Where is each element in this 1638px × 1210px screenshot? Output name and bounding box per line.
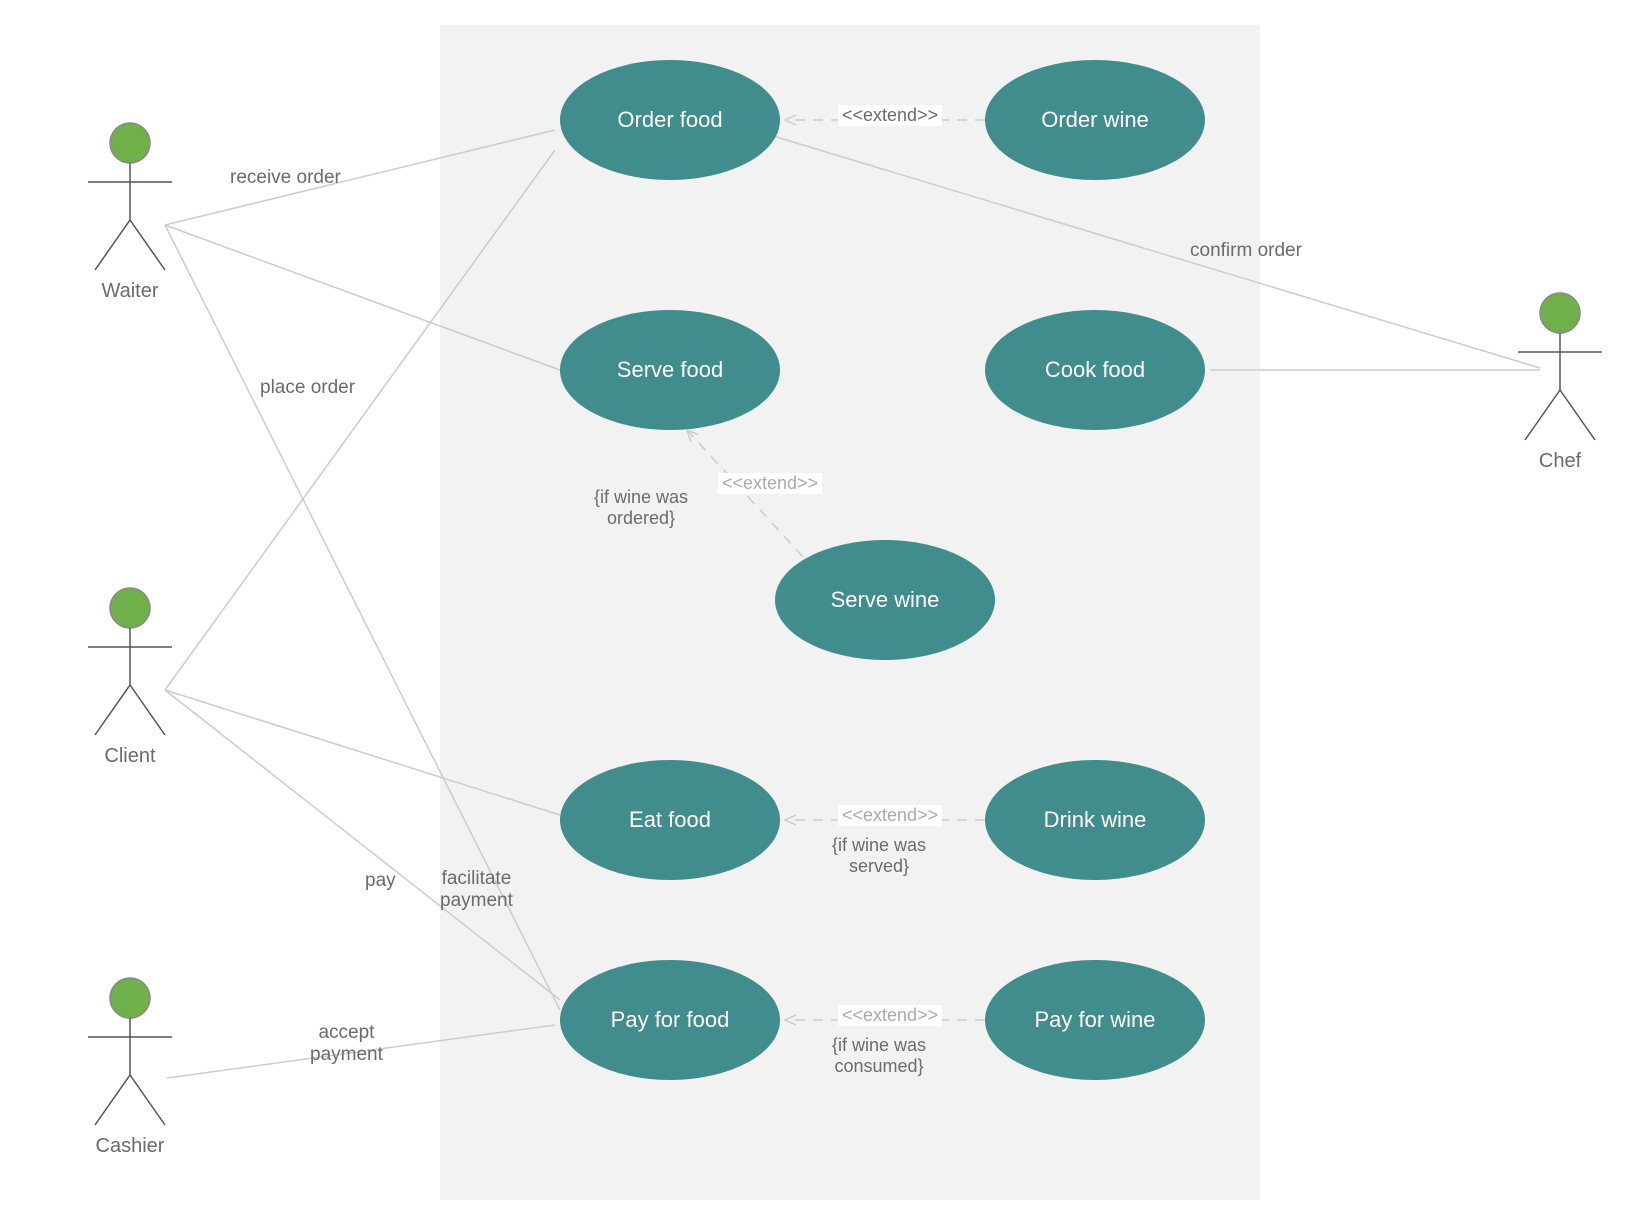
actor-cashier: Cashier — [70, 975, 190, 1158]
usecase-label: Serve wine — [831, 587, 940, 613]
usecase-label: Cook food — [1045, 357, 1145, 383]
usecase-serve-wine: Serve wine — [775, 540, 995, 660]
assoc-label-accept-payment: accept payment — [310, 1022, 383, 1066]
stick-figure-icon — [1500, 290, 1620, 445]
usecase-label: Pay for wine — [1034, 1007, 1155, 1033]
actor-client: Client — [70, 585, 190, 768]
assoc-label-receive-order: receive order — [230, 167, 341, 189]
stereotype-extend-1: <<extend>> — [838, 105, 942, 126]
usecase-label: Serve food — [617, 357, 723, 383]
stereotype-extend-4: <<extend>> — [838, 1005, 942, 1026]
stick-figure-icon — [70, 585, 190, 740]
actor-label: Waiter — [70, 280, 190, 303]
actor-waiter: Waiter — [70, 120, 190, 303]
actor-label: Chef — [1500, 450, 1620, 473]
usecase-serve-food: Serve food — [560, 310, 780, 430]
usecase-order-food: Order food — [560, 60, 780, 180]
actor-label: Client — [70, 745, 190, 768]
stick-figure-icon — [70, 120, 190, 275]
guard-wine-ordered: {if wine was ordered} — [594, 487, 688, 529]
usecase-pay-for-food: Pay for food — [560, 960, 780, 1080]
assoc-label-place-order: place order — [260, 377, 355, 399]
stereotype-extend-3: <<extend>> — [838, 805, 942, 826]
guard-wine-consumed: {if wine was consumed} — [832, 1035, 926, 1077]
usecase-label: Order wine — [1041, 107, 1149, 133]
usecase-drink-wine: Drink wine — [985, 760, 1205, 880]
assoc-label-facilitate-payment: facilitate payment — [440, 868, 513, 912]
usecase-label: Order food — [617, 107, 722, 133]
actor-label: Cashier — [70, 1135, 190, 1158]
usecase-eat-food: Eat food — [560, 760, 780, 880]
usecase-cook-food: Cook food — [985, 310, 1205, 430]
stereotype-extend-2: <<extend>> — [718, 473, 822, 494]
usecase-label: Pay for food — [611, 1007, 730, 1033]
actor-chef: Chef — [1500, 290, 1620, 473]
usecase-label: Eat food — [629, 807, 711, 833]
stick-figure-icon — [70, 975, 190, 1130]
assoc-label-pay: pay — [365, 870, 396, 892]
assoc-label-confirm-order: confirm order — [1190, 240, 1302, 262]
usecase-pay-for-wine: Pay for wine — [985, 960, 1205, 1080]
guard-wine-served: {if wine was served} — [832, 835, 926, 877]
usecase-order-wine: Order wine — [985, 60, 1205, 180]
usecase-label: Drink wine — [1044, 807, 1147, 833]
